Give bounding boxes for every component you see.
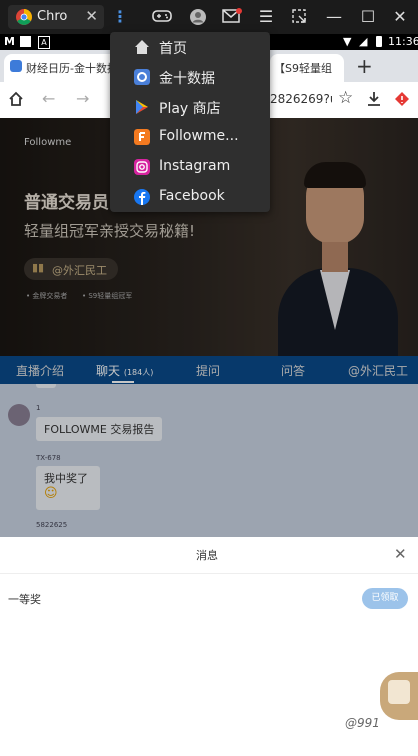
close-button[interactable]: ✕ xyxy=(390,8,410,26)
menu-item-label: 首页 xyxy=(159,41,187,57)
notification-square-icon xyxy=(20,36,31,47)
claimed-status-button[interactable]: 已领取 xyxy=(362,588,408,609)
followme-icon xyxy=(134,129,150,145)
gmail-icon: M xyxy=(4,35,15,48)
menu-item-label: Instagram xyxy=(159,158,231,174)
message-modal: 消息 ✕ 一等奖 已领取 @991 xyxy=(0,537,418,756)
maximize-button[interactable]: ☐ xyxy=(358,8,378,26)
instagram-icon xyxy=(134,159,150,175)
menu-item-label: Play 商店 xyxy=(159,101,221,117)
window-title-bar: Chro ✕ ⋮ ☰ — ☐ ✕ xyxy=(0,0,418,34)
menu-item-home[interactable]: 首页 xyxy=(110,32,270,62)
watermark-text: @991 xyxy=(345,716,380,730)
browser-tab-label: 财经日历-金十数据 xyxy=(26,62,116,75)
menu-item-jin10[interactable]: 金十数据 xyxy=(110,62,270,92)
bookmark-star-icon[interactable]: ☆ xyxy=(338,88,353,108)
signal-icon: ◢ xyxy=(359,35,368,48)
download-icon[interactable] xyxy=(366,91,382,107)
launcher-dropdown-menu: 首页 金十数据 Play 商店 Followme... Instagram Fa… xyxy=(110,32,270,212)
extension-icon[interactable] xyxy=(394,91,410,107)
play-store-icon xyxy=(136,100,148,114)
gamepad-icon[interactable] xyxy=(152,8,172,26)
mail-icon[interactable] xyxy=(222,8,242,26)
forward-icon[interactable]: → xyxy=(76,89,89,108)
floating-avatar[interactable] xyxy=(380,672,418,720)
divider xyxy=(0,573,418,574)
browser-tab-label: 【S9轻量组 xyxy=(274,62,332,75)
hamburger-menu-icon[interactable]: ☰ xyxy=(256,8,276,26)
url-text[interactable]: 2826269?use xyxy=(270,92,332,106)
window-tab-close-icon[interactable]: ✕ xyxy=(85,7,98,25)
chrome-icon xyxy=(16,9,32,25)
back-icon[interactable]: ← xyxy=(42,89,55,108)
resize-icon[interactable] xyxy=(289,8,309,26)
menu-item-instagram[interactable]: Instagram xyxy=(110,152,270,182)
wifi-icon: ▼ xyxy=(343,35,352,48)
menu-item-label: Facebook xyxy=(159,188,225,204)
facebook-icon xyxy=(134,189,150,205)
battery-icon xyxy=(376,36,382,47)
prize-name: 一等奖 xyxy=(8,593,41,606)
home-icon xyxy=(135,40,149,54)
jin10-icon xyxy=(134,69,150,85)
menu-item-label: Followme... xyxy=(159,128,239,144)
more-vertical-icon[interactable]: ⋮ xyxy=(110,8,130,26)
new-tab-button[interactable]: + xyxy=(356,54,373,78)
home-icon[interactable] xyxy=(8,91,24,107)
menu-item-label: 金十数据 xyxy=(159,71,215,87)
clock-time: 11:36 xyxy=(388,35,418,48)
menu-item-facebook[interactable]: Facebook xyxy=(110,182,270,212)
menu-item-play-store[interactable]: Play 商店 xyxy=(110,92,270,122)
account-icon[interactable] xyxy=(188,8,208,26)
browser-tab-active[interactable]: 【S9轻量组 xyxy=(270,54,344,82)
modal-title: 消息 xyxy=(196,549,218,562)
notification-a-icon: A xyxy=(38,36,50,49)
jin10-favicon-icon xyxy=(10,60,22,72)
window-tab[interactable]: Chro ✕ xyxy=(8,5,104,29)
menu-item-followme[interactable]: Followme... xyxy=(110,122,270,152)
window-tab-label: Chro xyxy=(37,9,68,24)
minimize-button[interactable]: — xyxy=(324,8,344,26)
modal-close-button[interactable]: ✕ xyxy=(394,545,407,563)
browser-tab[interactable]: 财经日历-金十数据 xyxy=(4,54,122,82)
